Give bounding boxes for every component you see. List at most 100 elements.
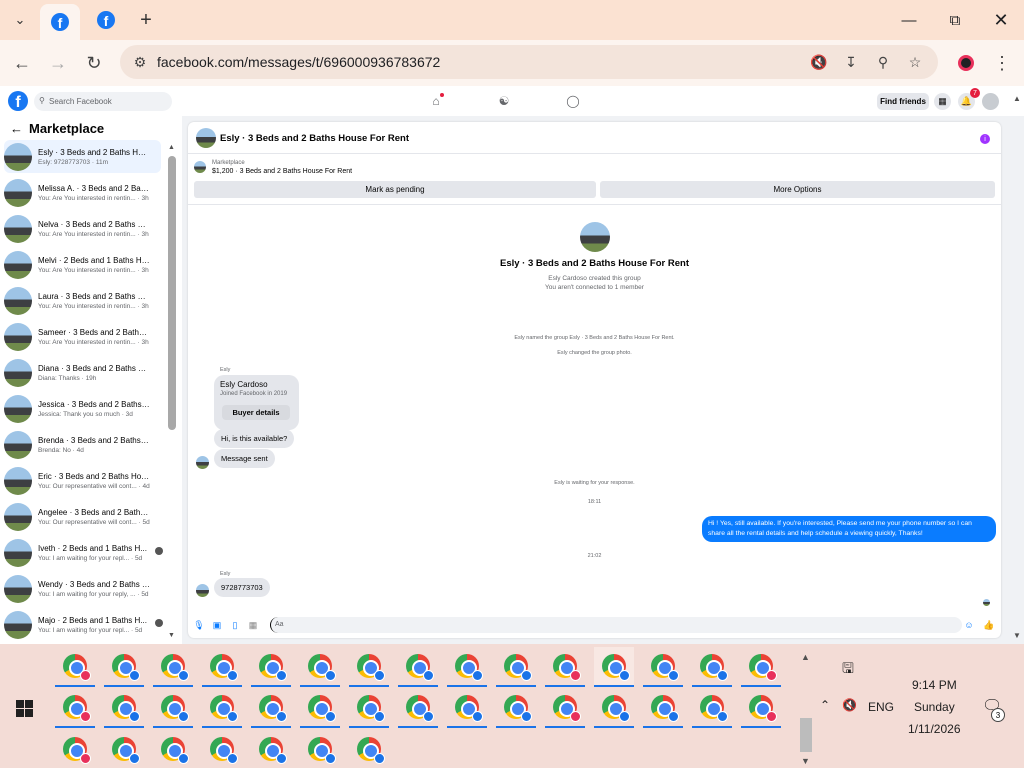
- site-settings-icon[interactable]: ⚙: [131, 53, 149, 71]
- clock-day[interactable]: Sunday: [914, 700, 955, 714]
- chrome-taskbar-icon[interactable]: [643, 688, 683, 728]
- chrome-taskbar-icon[interactable]: [104, 647, 144, 687]
- more-options-button[interactable]: More Options: [600, 181, 995, 198]
- new-tab-button[interactable]: +: [126, 0, 166, 40]
- mark-as-pending-button[interactable]: Mark as pending: [194, 181, 596, 198]
- chrome-taskbar-icon[interactable]: [496, 647, 536, 687]
- chrome-taskbar-icon[interactable]: [349, 688, 389, 728]
- scroll-down-icon[interactable]: ▼: [168, 632, 175, 639]
- groups-icon[interactable]: ◯: [565, 93, 581, 109]
- windows-start-icon[interactable]: [16, 700, 33, 717]
- scroll-thumb[interactable]: [800, 718, 812, 752]
- scroll-up-icon[interactable]: ▲: [168, 144, 175, 151]
- bookmark-star-icon[interactable]: ☆: [906, 53, 924, 71]
- conversation-item[interactable]: Sameer · 3 Beds and 2 Baths ... You: Are …: [4, 320, 161, 353]
- chrome-taskbar-icon[interactable]: [398, 688, 438, 728]
- zoom-out-icon[interactable]: ⚲: [874, 53, 892, 71]
- conversation-item[interactable]: Esly · 3 Beds and 2 Baths Hous... Esly: 9…: [4, 140, 161, 173]
- scroll-down-icon[interactable]: ▼: [1013, 631, 1021, 640]
- conversation-item[interactable]: Brenda · 3 Beds and 2 Baths H... Brenda: …: [4, 428, 161, 461]
- clock-time[interactable]: 9:14 PM: [912, 678, 957, 692]
- browser-menu-icon[interactable]: ⋮: [990, 51, 1014, 75]
- chrome-taskbar-icon[interactable]: [398, 647, 438, 687]
- address-bar[interactable]: ⚙ facebook.com/messages/t/69600093678367…: [120, 45, 938, 79]
- conversation-item[interactable]: Melissa A. · 3 Beds and 2 Bath... You: Ar…: [4, 176, 161, 209]
- back-button[interactable]: ←: [10, 51, 34, 75]
- chrome-taskbar-icon[interactable]: [447, 688, 487, 728]
- conversation-item[interactable]: Jessica · 3 Beds and 2 Baths H... Jessica…: [4, 392, 161, 425]
- group-photo[interactable]: [579, 222, 610, 252]
- conversation-item[interactable]: Wendy · 3 Beds and 2 Baths H... You: I am…: [4, 572, 161, 605]
- group-avatar[interactable]: [196, 128, 216, 148]
- profile-avatar-button[interactable]: [954, 51, 978, 75]
- back-arrow-icon[interactable]: ←: [10, 121, 23, 136]
- thumbs-up-icon[interactable]: 👍: [983, 620, 994, 630]
- listing-thumbnail[interactable]: [194, 161, 206, 173]
- chrome-taskbar-icon[interactable]: [349, 647, 389, 687]
- chrome-taskbar-icon[interactable]: [251, 729, 291, 768]
- chrome-taskbar-icon[interactable]: [153, 647, 193, 687]
- scroll-down-icon[interactable]: ▼: [801, 756, 810, 766]
- restore-button[interactable]: ⧉: [942, 8, 968, 32]
- chrome-taskbar-icon[interactable]: [741, 647, 781, 687]
- buyer-details-button[interactable]: Buyer details: [222, 405, 290, 420]
- language-indicator[interactable]: ENG: [868, 700, 894, 714]
- chrome-taskbar-icon[interactable]: [496, 688, 536, 728]
- chrome-taskbar-icon[interactable]: [300, 729, 340, 768]
- page-scrollbar[interactable]: ▲ ▼: [1012, 94, 1024, 644]
- network-icon[interactable]: 🖫: [842, 658, 854, 682]
- photo-icon[interactable]: ▣: [212, 620, 222, 630]
- find-friends-button[interactable]: Find friends: [877, 93, 929, 110]
- facebook-logo[interactable]: f: [8, 91, 28, 111]
- gif-icon[interactable]: ▦: [248, 620, 258, 630]
- tab-facebook-active[interactable]: f: [40, 4, 80, 40]
- forward-button[interactable]: →: [46, 51, 70, 75]
- chrome-taskbar-icon[interactable]: [55, 729, 95, 768]
- info-icon[interactable]: i: [980, 134, 990, 144]
- tray-chevron-icon[interactable]: ⌃: [820, 698, 830, 712]
- conversation-item[interactable]: Diana · 3 Beds and 2 Baths Ho... Diana: T…: [4, 356, 161, 389]
- install-app-icon[interactable]: ↧: [842, 53, 860, 71]
- chrome-taskbar-icon[interactable]: [153, 729, 193, 768]
- account-avatar[interactable]: [982, 93, 999, 110]
- chrome-taskbar-icon[interactable]: [202, 688, 242, 728]
- close-button[interactable]: ✕: [988, 8, 1014, 32]
- scroll-up-icon[interactable]: ▲: [1013, 94, 1021, 103]
- conversation-item[interactable]: Majo · 2 Beds and 1 Baths H... You: I am …: [4, 608, 163, 641]
- tab-search-button[interactable]: ⌄: [0, 8, 40, 32]
- chrome-taskbar-icon[interactable]: [692, 647, 732, 687]
- chrome-taskbar-icon[interactable]: [104, 688, 144, 728]
- chrome-taskbar-icon[interactable]: [153, 688, 193, 728]
- sidebar-scrollbar[interactable]: [168, 156, 176, 430]
- chrome-taskbar-icon[interactable]: [55, 647, 95, 687]
- conversation-item[interactable]: Laura · 3 Beds and 2 Baths Ho... You: Are…: [4, 284, 161, 317]
- sender-avatar[interactable]: [196, 456, 209, 469]
- chrome-taskbar-icon[interactable]: [202, 729, 242, 768]
- conversation-item[interactable]: Melvi · 2 Beds and 1 Baths Ho... You: Are…: [4, 248, 161, 281]
- chrome-taskbar-icon[interactable]: [545, 688, 585, 728]
- chrome-taskbar-icon[interactable]: [545, 647, 585, 687]
- chrome-taskbar-icon[interactable]: [300, 647, 340, 687]
- chrome-taskbar-icon[interactable]: [447, 647, 487, 687]
- conversation-item[interactable]: Iveth · 2 Beds and 1 Baths H... You: I am…: [4, 536, 163, 569]
- chrome-taskbar-icon[interactable]: [741, 688, 781, 728]
- clock-date[interactable]: 1/11/2026: [908, 722, 961, 736]
- conversation-item[interactable]: Nelva · 3 Beds and 2 Baths Ho... You: Are…: [4, 212, 161, 245]
- menu-grid-icon[interactable]: ▦: [934, 93, 951, 110]
- scroll-up-icon[interactable]: ▲: [801, 652, 810, 662]
- tab-facebook[interactable]: f: [86, 0, 126, 40]
- muted-tab-icon[interactable]: 🔇: [810, 53, 828, 71]
- microphone-icon[interactable]: 🎙: [193, 620, 204, 630]
- facebook-search-input[interactable]: ⚲ Search Facebook: [34, 92, 172, 111]
- chrome-taskbar-icon[interactable]: [251, 647, 291, 687]
- chrome-taskbar-icon[interactable]: [251, 688, 291, 728]
- chrome-taskbar-icon[interactable]: [202, 647, 242, 687]
- url-text[interactable]: facebook.com/messages/t/696000936783672: [157, 54, 440, 70]
- message-input[interactable]: Aa: [270, 617, 962, 633]
- reload-button[interactable]: ↻: [82, 51, 106, 75]
- sender-avatar[interactable]: [196, 584, 209, 597]
- sticker-icon[interactable]: ▯: [230, 620, 240, 630]
- chrome-taskbar-icon[interactable]: [594, 647, 634, 687]
- chrome-taskbar-icon[interactable]: [692, 688, 732, 728]
- taskbar-scrollbar[interactable]: ▲ ▼: [798, 648, 814, 766]
